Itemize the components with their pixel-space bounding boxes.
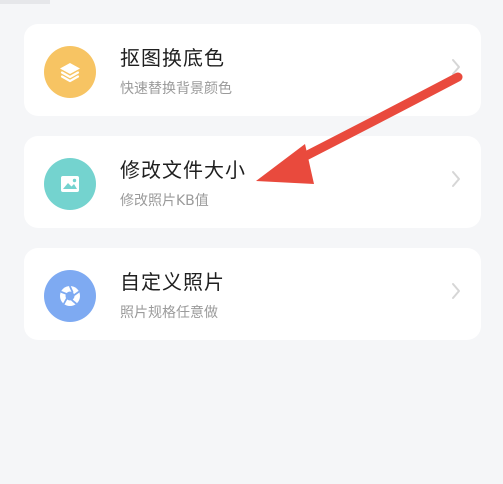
menu-item-subtitle: 照片规格任意做 <box>120 305 218 321</box>
menu-item-title: 自定义照片 <box>120 270 225 294</box>
menu-item-resize-file[interactable]: 修改文件大小 修改照片KB值 <box>24 136 481 228</box>
top-tab-fragment <box>0 0 50 4</box>
menu-item-subtitle: 快速替换背景颜色 <box>120 81 232 97</box>
aperture-icon <box>44 270 96 322</box>
menu-item-title: 修改文件大小 <box>120 158 246 182</box>
menu-item-subtitle: 修改照片KB值 <box>120 193 209 209</box>
menu-item-custom-photo[interactable]: 自定义照片 照片规格任意做 <box>24 248 481 340</box>
chevron-right-icon <box>452 59 460 75</box>
layers-icon <box>44 46 96 98</box>
chevron-right-icon <box>452 283 460 299</box>
menu-item-title: 抠图换底色 <box>120 46 225 70</box>
image-icon <box>44 158 96 210</box>
chevron-right-icon <box>452 171 460 187</box>
menu-item-cutout-background[interactable]: 抠图换底色 快速替换背景颜色 <box>24 24 481 116</box>
